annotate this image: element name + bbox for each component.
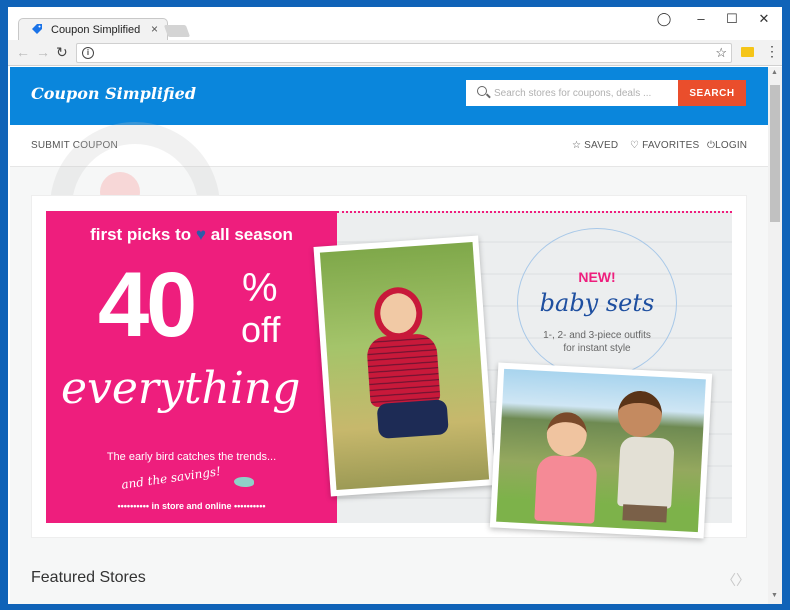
toddler-pink-figure	[534, 411, 600, 524]
minimize-button[interactable]: –	[691, 11, 711, 26]
discount-value: 40	[98, 254, 197, 356]
discount-percent: %	[242, 266, 278, 310]
badge-line2: for instant style	[563, 343, 631, 354]
badge-line1: 1-, 2- and 3-piece outfits	[543, 330, 651, 341]
promo-banner[interactable]: first picks to ♥ all season 40 % off eve…	[31, 195, 747, 539]
address-bar[interactable]: i ☆	[76, 43, 732, 63]
search-button[interactable]: SEARCH	[678, 80, 746, 106]
promo-headline: first picks to ♥ all season	[46, 225, 337, 245]
extension-folder-icon[interactable]	[741, 47, 754, 57]
browser-window: Coupon Simplified – Print × ◯ – ☐ ✕ ← → …	[8, 7, 782, 604]
carousel-next-icon[interactable]: 〉	[736, 570, 750, 590]
badge-new: NEW!	[578, 269, 616, 285]
tag-icon	[32, 24, 42, 34]
browser-tab[interactable]: Coupon Simplified – Print ×	[18, 18, 168, 41]
browser-menu-icon[interactable]: ⋮	[765, 43, 779, 60]
title-bar: Coupon Simplified – Print × ◯ – ☐ ✕	[8, 7, 782, 41]
carousel-prev-icon[interactable]: 〈	[722, 570, 736, 590]
maximize-button[interactable]: ☐	[722, 11, 742, 27]
baby-photo	[313, 235, 496, 497]
reload-button[interactable]: ↻	[56, 44, 68, 61]
headline-pre: first picks to	[90, 225, 192, 244]
forward-button[interactable]: →	[36, 44, 50, 60]
browser-toolbar: ← → ↻ i ☆ ⋮	[8, 40, 782, 66]
badge-description: 1-, 2- and 3-piece outfits for instant s…	[518, 329, 676, 355]
bookmark-star-icon[interactable]: ☆	[715, 45, 727, 61]
heart-icon: ♥	[195, 225, 206, 244]
search-box	[466, 80, 678, 106]
scroll-down-icon[interactable]: ▼	[771, 592, 778, 599]
site-logo[interactable]: Coupon Simplified	[31, 84, 196, 103]
search-icon	[477, 86, 487, 96]
promo-everything: everything	[61, 363, 301, 414]
dotted-divider	[337, 211, 732, 214]
vertical-scrollbar[interactable]: ▲ ▼	[768, 67, 782, 604]
favorites-link[interactable]: ♡ FAVORITES	[630, 140, 699, 151]
promo-pink-panel: first picks to ♥ all season 40 % off eve…	[46, 211, 337, 523]
tab-close-icon[interactable]: ×	[151, 22, 158, 36]
baby-sets-badge: NEW! baby sets 1-, 2- and 3-piece outfit…	[517, 228, 677, 378]
new-tab-button[interactable]	[163, 25, 191, 37]
promo-tagline: The early bird catches the trends...	[106, 451, 277, 463]
toddler-cream-figure	[608, 389, 675, 523]
kids-photo	[489, 362, 713, 539]
scroll-up-icon[interactable]: ▲	[771, 69, 778, 76]
login-link[interactable]: ⏻LOGIN	[707, 140, 747, 151]
tab-title: Coupon Simplified – Print	[51, 24, 141, 36]
page-viewport: Coupon Simplified SEARCH SUBMIT COUPON ☆…	[10, 67, 768, 604]
close-button[interactable]: ✕	[754, 11, 774, 27]
bird-icon	[234, 477, 254, 487]
baby-figure	[361, 285, 449, 440]
discount-off: off	[241, 309, 281, 350]
scroll-thumb[interactable]	[770, 85, 780, 222]
back-button[interactable]: ←	[16, 44, 30, 60]
featured-stores-title: Featured Stores	[31, 569, 146, 586]
headline-post: all season	[210, 225, 293, 244]
badge-title: baby sets	[539, 289, 655, 317]
profile-icon[interactable]: ◯	[654, 11, 674, 27]
info-icon[interactable]: i	[82, 47, 94, 59]
promo-savings: and the savings!	[120, 464, 222, 492]
saved-link[interactable]: ☆ SAVED	[572, 140, 618, 151]
promo-channel: •••••••••• in store and online •••••••••…	[117, 501, 266, 511]
site-header: Coupon Simplified SEARCH	[10, 67, 768, 125]
search-input[interactable]	[494, 80, 674, 106]
